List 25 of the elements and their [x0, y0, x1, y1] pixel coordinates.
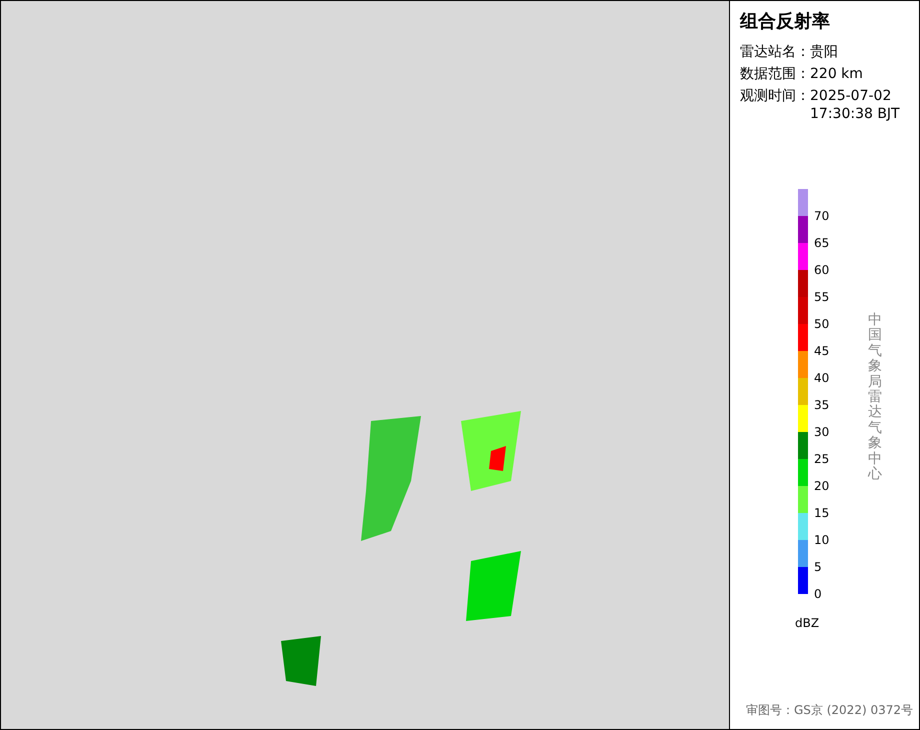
- scale-label: 35: [814, 399, 830, 411]
- scale-label: 10: [814, 534, 830, 546]
- scale-label: 40: [814, 372, 830, 384]
- scale-label: 5: [814, 561, 822, 573]
- info-label: 数据范围：: [740, 65, 810, 83]
- info-label: 观测时间：: [740, 87, 810, 106]
- info-value: 贵阳: [810, 43, 838, 61]
- product-title: 组合反射率: [740, 10, 831, 33]
- scale-label: 60: [814, 264, 830, 276]
- scale-label: 45: [814, 345, 830, 357]
- scale-label: 70: [814, 210, 830, 222]
- scale-label: 65: [814, 237, 830, 249]
- scale-label: 25: [814, 453, 830, 465]
- scale-label: 15: [814, 507, 830, 519]
- info-value: 2025-07-02 17:30:38 BJT: [810, 87, 900, 123]
- info-value: 220 km: [810, 65, 863, 83]
- info-label: 雷达站名：: [740, 43, 810, 61]
- approval-number: 审图号：GS京 (2022) 0372号: [746, 702, 913, 719]
- scale-label: 30: [814, 426, 830, 438]
- credit-text: 中国气象局雷达气象中心: [868, 313, 882, 482]
- unit-label: dBZ: [795, 616, 820, 630]
- scale-label: 20: [814, 480, 830, 492]
- scale-label: 0: [814, 588, 822, 600]
- scale-label: 55: [814, 291, 830, 303]
- scale-label: 50: [814, 318, 830, 330]
